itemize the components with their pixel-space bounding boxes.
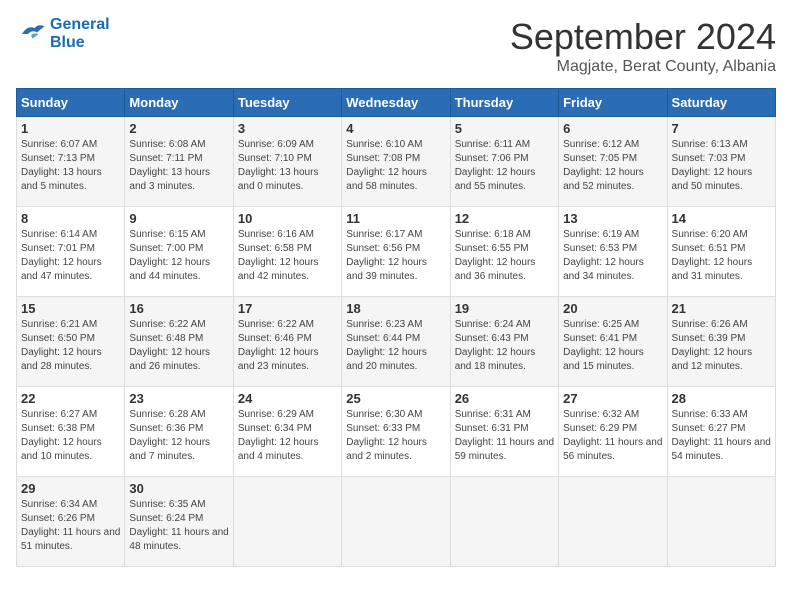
day-cell-empty-1 [233,477,341,567]
day-cell-empty-5 [667,477,775,567]
calendar-table: Sunday Monday Tuesday Wednesday Thursday… [16,88,776,567]
logo: General Blue [16,16,110,51]
day-cell-28: 28 Sunrise: 6:33 AMSunset: 6:27 PMDaylig… [667,387,775,477]
day-cell-7: 7 Sunrise: 6:13 AMSunset: 7:03 PMDayligh… [667,117,775,207]
day-cell-empty-2 [342,477,450,567]
title-section: September 2024 Magjate, Berat County, Al… [510,16,776,76]
day-cell-15: 15 Sunrise: 6:21 AMSunset: 6:50 PMDaylig… [17,297,125,387]
header-sunday: Sunday [17,89,125,117]
calendar-row-4: 22 Sunrise: 6:27 AMSunset: 6:38 PMDaylig… [17,387,776,477]
day-cell-empty-3 [450,477,558,567]
day-cell-26: 26 Sunrise: 6:31 AMSunset: 6:31 PMDaylig… [450,387,558,477]
day-cell-30: 30 Sunrise: 6:35 AMSunset: 6:24 PMDaylig… [125,477,233,567]
day-cell-18: 18 Sunrise: 6:23 AMSunset: 6:44 PMDaylig… [342,297,450,387]
day-cell-11: 11 Sunrise: 6:17 AMSunset: 6:56 PMDaylig… [342,207,450,297]
calendar-row-2: 8 Sunrise: 6:14 AMSunset: 7:01 PMDayligh… [17,207,776,297]
calendar-row-3: 15 Sunrise: 6:21 AMSunset: 6:50 PMDaylig… [17,297,776,387]
calendar-row-1: 1 Sunrise: 6:07 AMSunset: 7:13 PMDayligh… [17,117,776,207]
page-header: General Blue September 2024 Magjate, Ber… [16,16,776,76]
day-cell-17: 17 Sunrise: 6:22 AMSunset: 6:46 PMDaylig… [233,297,341,387]
logo-icon [16,19,46,49]
day-cell-1: 1 Sunrise: 6:07 AMSunset: 7:13 PMDayligh… [17,117,125,207]
day-cell-13: 13 Sunrise: 6:19 AMSunset: 6:53 PMDaylig… [559,207,667,297]
day-cell-16: 16 Sunrise: 6:22 AMSunset: 6:48 PMDaylig… [125,297,233,387]
day-cell-12: 12 Sunrise: 6:18 AMSunset: 6:55 PMDaylig… [450,207,558,297]
header-thursday: Thursday [450,89,558,117]
logo-text: General Blue [50,16,110,51]
day-cell-20: 20 Sunrise: 6:25 AMSunset: 6:41 PMDaylig… [559,297,667,387]
calendar-row-5: 29 Sunrise: 6:34 AMSunset: 6:26 PMDaylig… [17,477,776,567]
day-cell-3: 3 Sunrise: 6:09 AMSunset: 7:10 PMDayligh… [233,117,341,207]
day-cell-19: 19 Sunrise: 6:24 AMSunset: 6:43 PMDaylig… [450,297,558,387]
day-cell-22: 22 Sunrise: 6:27 AMSunset: 6:38 PMDaylig… [17,387,125,477]
day-cell-23: 23 Sunrise: 6:28 AMSunset: 6:36 PMDaylig… [125,387,233,477]
day-cell-24: 24 Sunrise: 6:29 AMSunset: 6:34 PMDaylig… [233,387,341,477]
header-monday: Monday [125,89,233,117]
day-cell-4: 4 Sunrise: 6:10 AMSunset: 7:08 PMDayligh… [342,117,450,207]
day-cell-2: 2 Sunrise: 6:08 AMSunset: 7:11 PMDayligh… [125,117,233,207]
header-friday: Friday [559,89,667,117]
header-tuesday: Tuesday [233,89,341,117]
day-cell-6: 6 Sunrise: 6:12 AMSunset: 7:05 PMDayligh… [559,117,667,207]
day-cell-14: 14 Sunrise: 6:20 AMSunset: 6:51 PMDaylig… [667,207,775,297]
weekday-header-row: Sunday Monday Tuesday Wednesday Thursday… [17,89,776,117]
month-title: September 2024 [510,16,776,58]
header-wednesday: Wednesday [342,89,450,117]
header-saturday: Saturday [667,89,775,117]
day-cell-empty-4 [559,477,667,567]
day-cell-29: 29 Sunrise: 6:34 AMSunset: 6:26 PMDaylig… [17,477,125,567]
day-cell-21: 21 Sunrise: 6:26 AMSunset: 6:39 PMDaylig… [667,297,775,387]
day-cell-5: 5 Sunrise: 6:11 AMSunset: 7:06 PMDayligh… [450,117,558,207]
day-cell-25: 25 Sunrise: 6:30 AMSunset: 6:33 PMDaylig… [342,387,450,477]
day-cell-9: 9 Sunrise: 6:15 AMSunset: 7:00 PMDayligh… [125,207,233,297]
day-cell-8: 8 Sunrise: 6:14 AMSunset: 7:01 PMDayligh… [17,207,125,297]
day-cell-10: 10 Sunrise: 6:16 AMSunset: 6:58 PMDaylig… [233,207,341,297]
day-cell-27: 27 Sunrise: 6:32 AMSunset: 6:29 PMDaylig… [559,387,667,477]
location-title: Magjate, Berat County, Albania [510,58,776,76]
